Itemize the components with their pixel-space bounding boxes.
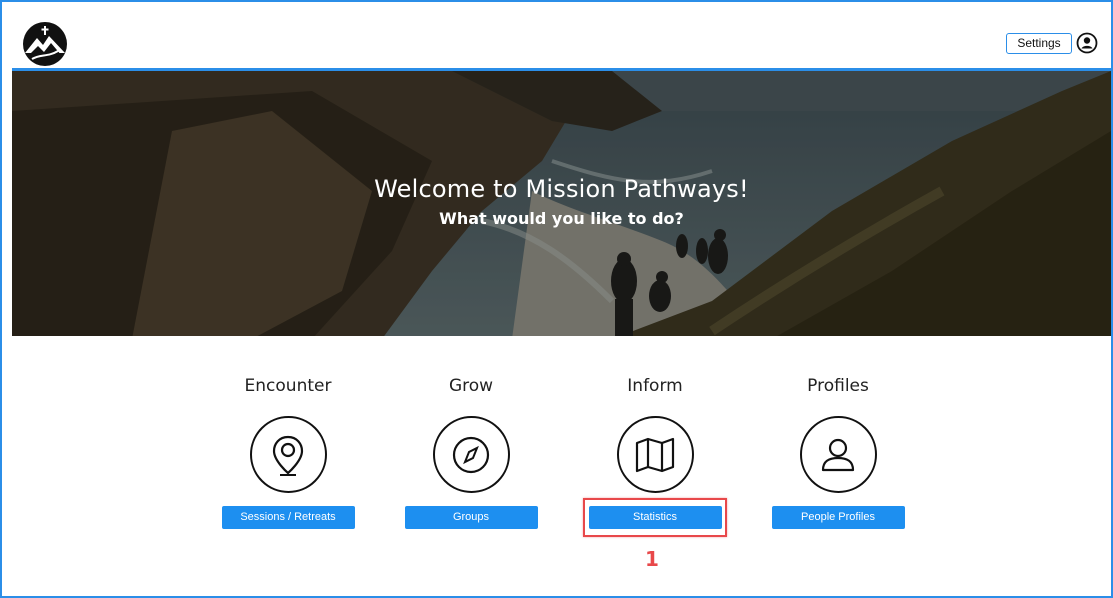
sessions-retreats-button[interactable]: Sessions / Retreats — [221, 506, 355, 529]
card-icon-circle — [616, 416, 694, 493]
hero-title: Welcome to Mission Pathways! — [12, 175, 1111, 203]
card-icon-circle — [249, 416, 327, 493]
people-profiles-button[interactable]: People Profiles — [771, 506, 905, 529]
card-title: Encounter — [244, 376, 332, 396]
hero-landscape-image — [12, 71, 1111, 336]
mountain-cross-logo-icon[interactable] — [22, 21, 68, 67]
top-bar: Settings — [2, 2, 1111, 68]
groups-button[interactable]: Groups — [404, 506, 538, 529]
card-encounter: Encounter Sessions / Retreats — [221, 374, 355, 529]
settings-button[interactable]: Settings — [1006, 33, 1072, 54]
annotation-highlight-box — [583, 498, 727, 537]
map-icon — [635, 437, 675, 472]
card-title: Profiles — [807, 376, 869, 396]
card-profiles: Profiles People Profiles — [771, 374, 905, 529]
hero-banner: Welcome to Mission Pathways! What would … — [12, 68, 1111, 336]
compass-icon — [452, 436, 490, 473]
hero-title-text: Welcome to Mission Pathways! — [374, 175, 749, 203]
hero-subtitle: What would you like to do? — [439, 209, 684, 228]
card-title: Grow — [448, 376, 494, 396]
annotation-step-number: 1 — [645, 547, 659, 571]
card-title: Inform — [627, 376, 683, 396]
map-pin-icon — [272, 435, 304, 476]
card-grow: Grow Groups — [404, 374, 538, 529]
person-icon — [821, 438, 855, 471]
account-circle-icon[interactable] — [1076, 32, 1098, 54]
card-icon-circle — [432, 416, 510, 493]
card-icon-circle — [799, 416, 877, 493]
